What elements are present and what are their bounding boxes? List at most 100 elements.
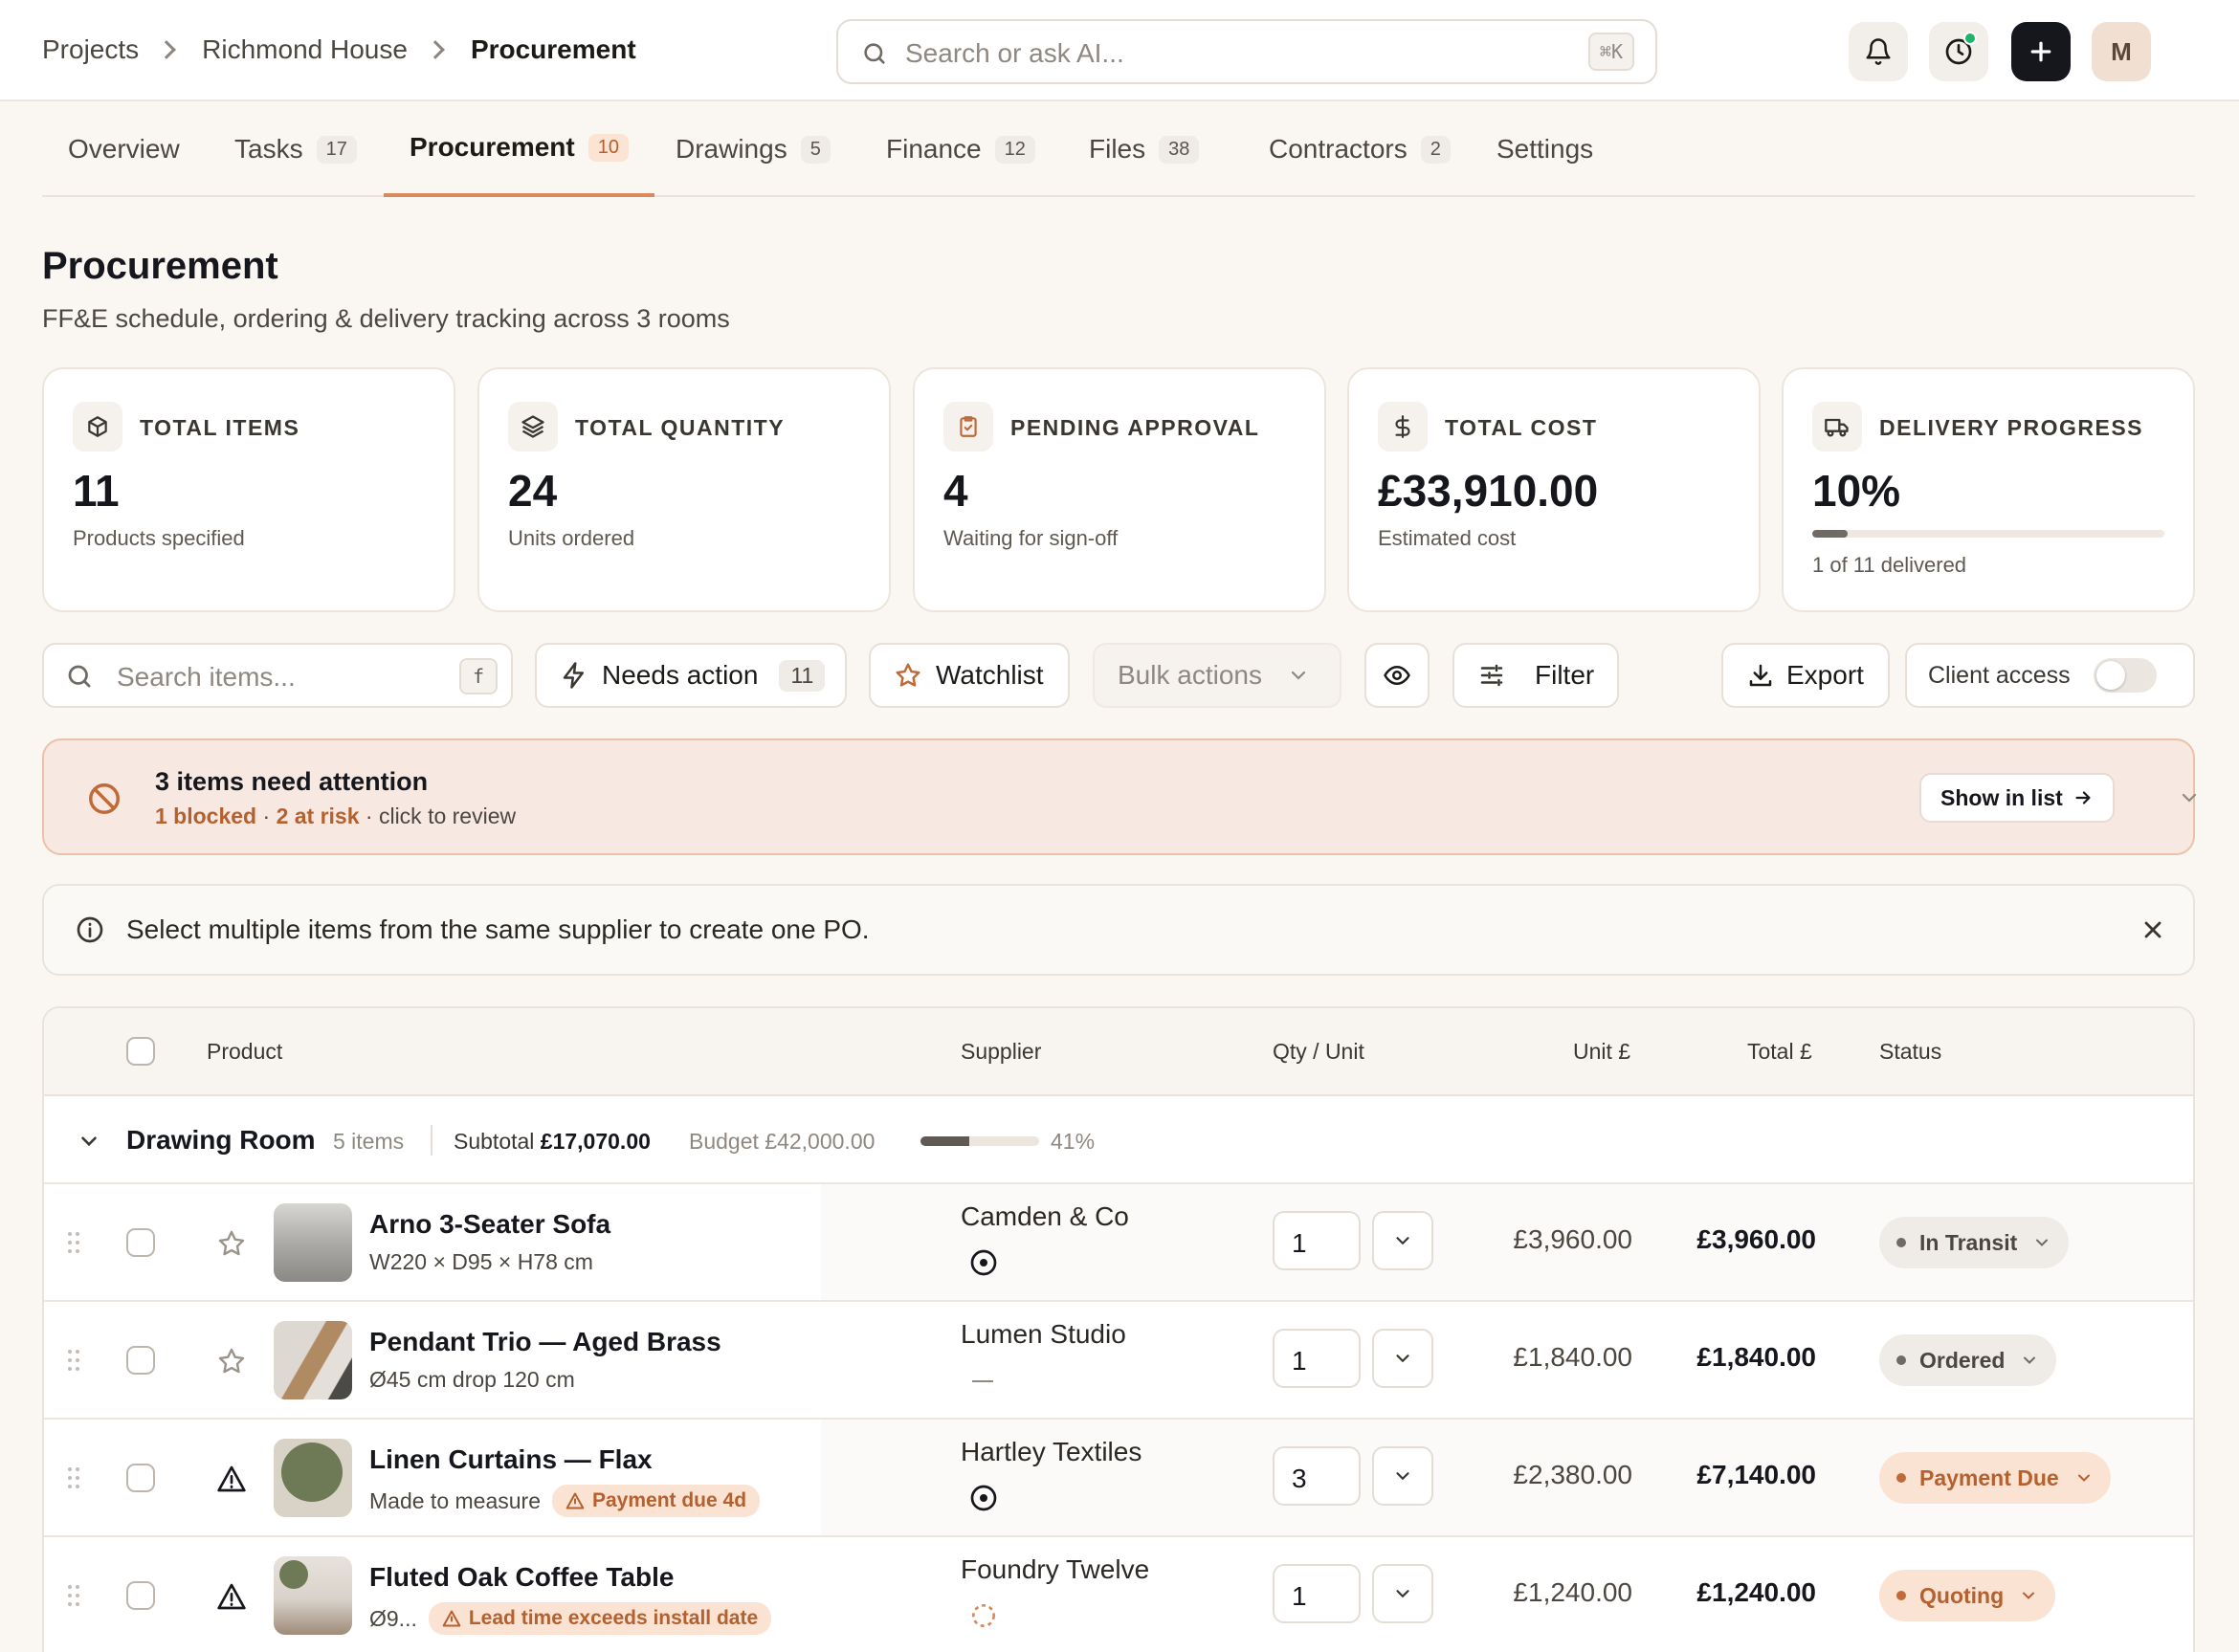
status-label: Quoting [1919, 1582, 2005, 1608]
product-name[interactable]: Pendant Trio — Aged Brass [369, 1327, 721, 1357]
watchlist-button[interactable]: Watchlist [869, 643, 1070, 708]
subtotal-value: £17,070.00 [540, 1129, 651, 1154]
tab-label: Tasks [234, 134, 303, 164]
row-checkbox[interactable] [126, 1464, 155, 1492]
row-checkbox[interactable] [126, 1346, 155, 1375]
attention-alert[interactable]: 3 items need attention 1 blocked · 2 at … [42, 738, 2197, 855]
top-bar: Projects Richmond House Procurement Sear… [0, 0, 2239, 101]
alert-suffix: · click to review [365, 804, 517, 828]
status-dropdown[interactable]: Payment Due [1879, 1452, 2111, 1504]
unit-dropdown[interactable] [1372, 1329, 1433, 1388]
tab-tasks[interactable]: Tasks 17 [209, 101, 383, 197]
header-total[interactable]: Total £ [1747, 1039, 1812, 1065]
export-button[interactable]: Export [1721, 643, 1890, 708]
unit-dropdown[interactable] [1372, 1211, 1433, 1270]
drag-handle-icon[interactable] [67, 1230, 80, 1255]
chevron-down-icon[interactable] [77, 1129, 101, 1154]
header-unit-price[interactable]: Unit £ [1573, 1039, 1630, 1065]
tab-count: 2 [1420, 135, 1451, 164]
drag-handle-icon[interactable] [67, 1583, 80, 1608]
client-access-toggle[interactable]: Client access [1905, 643, 2195, 708]
supplier-name[interactable]: Camden & Co [961, 1201, 1129, 1232]
separator: · [262, 804, 271, 828]
client-access-switch[interactable] [2093, 658, 2157, 693]
tab-finance[interactable]: Finance 12 [860, 101, 1061, 197]
supplier-name[interactable]: Hartley Textiles [961, 1437, 1142, 1467]
group-subtotal: Subtotal £17,070.00 [454, 1129, 651, 1155]
supplier-name[interactable]: Foundry Twelve [961, 1554, 1149, 1585]
tab-procurement[interactable]: Procurement 10 [384, 101, 654, 197]
watchlist-label: Watchlist [936, 660, 1044, 690]
unit-dropdown[interactable] [1372, 1564, 1433, 1623]
quantity-input[interactable]: 3 [1273, 1446, 1361, 1506]
notifications-button[interactable] [1849, 22, 1908, 81]
drag-handle-icon[interactable] [67, 1348, 80, 1373]
clipboard-check-icon [943, 402, 993, 452]
info-icon [77, 916, 103, 943]
table-row[interactable]: Fluted Oak Coffee Table Ø9... Lead time … [44, 1537, 2193, 1652]
close-icon[interactable] [2139, 916, 2166, 943]
header-product[interactable]: Product [207, 1039, 282, 1065]
blocked-count[interactable]: 1 blocked [155, 804, 256, 828]
chevron-down-icon [2023, 1592, 2035, 1599]
quantity-input[interactable]: 1 [1273, 1329, 1361, 1388]
search-shortcut: ⌘K [1587, 33, 1634, 71]
status-dropdown[interactable]: Quoting [1879, 1570, 2056, 1621]
table-row[interactable]: Arno 3-Seater Sofa W220 × D95 × H78 cm C… [44, 1184, 2193, 1302]
row-checkbox[interactable] [126, 1228, 155, 1257]
filter-button[interactable]: Filter [1452, 643, 1619, 708]
table-row[interactable]: Linen Curtains — Flax Made to measure Pa… [44, 1420, 2193, 1537]
group-item-count: 5 items [333, 1129, 405, 1154]
unit-dropdown[interactable] [1372, 1446, 1433, 1506]
at-risk-count[interactable]: 2 at risk [277, 804, 360, 828]
quantity-input[interactable]: 1 [1273, 1211, 1361, 1270]
status-dropdown[interactable]: In Transit [1879, 1217, 2070, 1268]
tab-overview[interactable]: Overview [42, 101, 206, 197]
breadcrumb-project[interactable]: Richmond House [202, 34, 408, 65]
thumbnail-shape [281, 1443, 343, 1502]
breadcrumb-projects[interactable]: Projects [42, 34, 139, 65]
global-search-input[interactable]: Search or ask AI... ⌘K [836, 19, 1657, 84]
header-supplier[interactable]: Supplier [961, 1039, 1041, 1065]
breadcrumb-current: Procurement [470, 34, 636, 64]
group-drawing-room[interactable]: Drawing Room 5 items Subtotal £17,070.00… [44, 1096, 2193, 1184]
status-dropdown[interactable]: Ordered [1879, 1334, 2057, 1386]
create-button[interactable] [2011, 22, 2071, 81]
tab-drawings[interactable]: Drawings 5 [650, 101, 856, 197]
item-search-input[interactable]: Search items... f [42, 643, 513, 708]
star-icon[interactable] [216, 1228, 247, 1259]
tab-settings[interactable]: Settings [1471, 101, 1619, 197]
lead-time-warning-badge: Lead time exceeds install date [428, 1602, 772, 1635]
delivery-progress-bar [1812, 530, 2164, 538]
show-in-list-button[interactable]: Show in list [1919, 773, 2115, 823]
product-name[interactable]: Fluted Oak Coffee Table [369, 1562, 674, 1593]
header-qty[interactable]: Qty / Unit [1273, 1039, 1364, 1065]
alert-summary: 1 blocked · 2 at risk · click to review [155, 804, 516, 829]
product-name[interactable]: Linen Curtains — Flax [369, 1444, 653, 1475]
activity-button[interactable] [1929, 22, 1988, 81]
quantity-input[interactable]: 1 [1273, 1564, 1361, 1623]
drag-handle-icon[interactable] [67, 1465, 80, 1490]
bulk-actions-dropdown[interactable]: Bulk actions [1093, 643, 1341, 708]
table-row[interactable]: Pendant Trio — Aged Brass Ø45 cm drop 12… [44, 1302, 2193, 1420]
star-icon[interactable] [216, 1346, 247, 1377]
tab-contractors[interactable]: Contractors 2 [1243, 101, 1476, 197]
kpi-value: 10% [1812, 466, 1901, 516]
header-status[interactable]: Status [1879, 1039, 1941, 1065]
client-access-label: Client access [1928, 661, 2071, 689]
product-name[interactable]: Arno 3-Seater Sofa [369, 1209, 610, 1240]
status-dot [1896, 1355, 1906, 1365]
kpi-pending-approval: PENDING APPROVAL 4 Waiting for sign-off [913, 367, 1326, 612]
info-banner: Select multiple items from the same supp… [42, 884, 2195, 976]
visibility-button[interactable] [1364, 643, 1430, 708]
avatar[interactable]: M [2092, 22, 2151, 81]
row-checkbox[interactable] [126, 1581, 155, 1610]
product-desc: Made to measure Payment due 4d [369, 1485, 761, 1517]
select-all-checkbox[interactable] [126, 1037, 155, 1066]
tab-files[interactable]: Files 38 [1063, 101, 1225, 197]
status-label: Ordered [1919, 1347, 2006, 1373]
needs-action-button[interactable]: Needs action 11 [535, 643, 847, 708]
chevron-down-icon[interactable] [2178, 786, 2201, 809]
supplier-name[interactable]: Lumen Studio [961, 1319, 1126, 1350]
tab-count: 5 [800, 135, 831, 164]
